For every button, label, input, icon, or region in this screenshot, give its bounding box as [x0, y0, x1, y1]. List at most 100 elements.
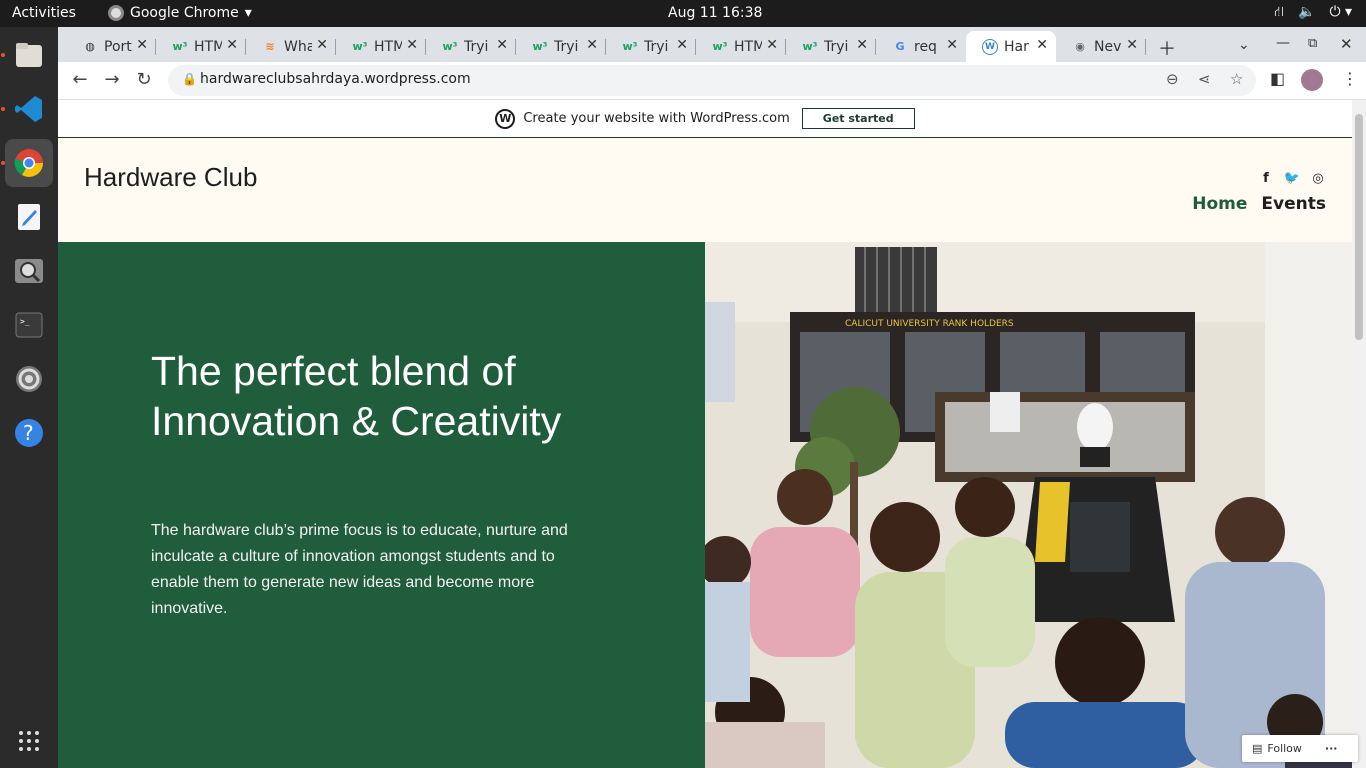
magnifier-icon	[15, 259, 43, 283]
more-options-icon[interactable]: ···	[1325, 742, 1338, 755]
close-window-button[interactable]: ✕	[1340, 35, 1353, 53]
profile-avatar[interactable]	[1301, 69, 1323, 91]
tab-hardware-club[interactable]: W Har ✕	[966, 31, 1056, 62]
close-tab-icon[interactable]: ✕	[406, 37, 418, 53]
running-indicator	[1, 53, 5, 57]
menu-kebab-icon[interactable]: ⋮	[1342, 69, 1358, 88]
close-tab-icon[interactable]: ✕	[1126, 37, 1138, 53]
tab-w3schools[interactable]: w³ HTM ✕	[156, 31, 246, 62]
forward-button[interactable]: →	[100, 69, 124, 90]
new-tab-button[interactable]: ＋	[1158, 35, 1176, 61]
close-tab-icon[interactable]: ✕	[766, 37, 778, 53]
app-menu-label: Google Chrome	[130, 5, 239, 21]
dock-files[interactable]	[5, 31, 53, 79]
volume-icon[interactable]: 🔈	[1298, 4, 1315, 22]
settings-icon	[16, 366, 42, 392]
dock-text-editor[interactable]	[5, 193, 53, 241]
page-scrollbar[interactable]	[1352, 100, 1366, 768]
tab-new-tab[interactable]: ◉ Nev ✕	[1056, 31, 1146, 62]
help-icon: ?	[15, 419, 43, 447]
dock-terminal[interactable]: >_	[5, 301, 53, 349]
bookmark-star-icon[interactable]: ☆	[1230, 70, 1243, 88]
tab-search-icon[interactable]: ⌄	[1238, 37, 1250, 53]
close-tab-icon[interactable]: ✕	[856, 37, 868, 53]
follow-widget[interactable]: ▤ Follow ···	[1242, 735, 1358, 762]
show-applications-button[interactable]	[5, 717, 53, 765]
wordpress-logo-icon: W	[495, 108, 516, 129]
close-tab-icon[interactable]: ✕	[1036, 37, 1048, 53]
instagram-icon[interactable]: ◎	[1310, 170, 1326, 186]
app-grid-icon	[19, 731, 39, 751]
close-tab-icon[interactable]: ✕	[676, 37, 688, 53]
zoom-icon[interactable]: ⊖	[1166, 70, 1179, 88]
dock-image-viewer[interactable]	[5, 247, 53, 295]
dock-vscode[interactable]	[5, 85, 53, 133]
wordpress-banner: W Create your website with WordPress.com…	[58, 100, 1352, 138]
tab-w3schools[interactable]: w³ Tryi ✕	[426, 31, 516, 62]
w3schools-icon: w³	[802, 40, 818, 53]
chrome-icon: ◉	[1075, 40, 1085, 53]
close-tab-icon[interactable]: ✕	[496, 37, 508, 53]
hero-text-panel: The perfect blend of Innovation & Creati…	[58, 242, 705, 768]
tab-title: Tryi	[554, 38, 579, 55]
w3schools-icon: w³	[622, 40, 638, 53]
stack-icon: ≋	[265, 40, 275, 53]
power-icon[interactable]: ⏻ ▾	[1329, 4, 1352, 22]
close-tab-icon[interactable]: ✕	[586, 37, 598, 53]
address-bar[interactable]: 🔒 hardwareclubsahrdaya.wordpress.com ⊖ ⋖…	[168, 65, 1256, 96]
tab-title: Har	[1004, 38, 1029, 55]
nav-home[interactable]: Home	[1192, 194, 1247, 214]
main-nav: Home Events	[1192, 194, 1326, 214]
side-panel-icon[interactable]: ◧	[1270, 69, 1285, 88]
network-icon[interactable]: ⛙	[1274, 4, 1284, 22]
tab-stackoverflow[interactable]: ≋ Wha ✕	[246, 31, 336, 62]
event-photo-illustration: CALICUT UNIVERSITY RANK HOLDERS	[705, 242, 1352, 768]
close-tab-icon[interactable]: ✕	[316, 37, 328, 53]
tab-w3schools[interactable]: w³ Tryi ✕	[786, 31, 876, 62]
close-tab-icon[interactable]: ✕	[136, 37, 148, 53]
dock-settings[interactable]	[5, 355, 53, 403]
tab-portfolio[interactable]: ◍ Port ✕	[66, 31, 156, 62]
tab-title: HTM	[374, 38, 402, 55]
tab-title: Tryi	[464, 38, 489, 55]
get-started-button[interactable]: Get started	[801, 108, 915, 129]
maximize-button[interactable]: ⧉	[1308, 36, 1317, 51]
chrome-icon	[14, 149, 43, 177]
share-icon[interactable]: ⋖	[1198, 70, 1211, 88]
close-tab-icon[interactable]: ✕	[226, 37, 238, 53]
site-header: Hardware Club f 🐦 ◎ Home Events	[58, 138, 1352, 242]
dock-chrome[interactable]	[5, 139, 53, 187]
minimize-button[interactable]: —	[1276, 35, 1290, 51]
facebook-icon[interactable]: f	[1258, 170, 1274, 186]
tab-w3schools[interactable]: w³ HTM ✕	[336, 31, 426, 62]
activities-button[interactable]: Activities	[12, 5, 76, 21]
close-tab-icon[interactable]: ✕	[946, 37, 958, 53]
tab-title: Port	[104, 38, 132, 55]
tab-w3schools[interactable]: w³ Tryi ✕	[606, 31, 696, 62]
url-text[interactable]: hardwareclubsahrdaya.wordpress.com	[200, 71, 471, 87]
files-icon	[16, 43, 42, 67]
site-title[interactable]: Hardware Club	[84, 162, 257, 193]
banner-text[interactable]: Create your website with WordPress.com	[523, 111, 789, 126]
tab-title: HTM	[734, 38, 762, 55]
tab-w3schools[interactable]: w³ HTM ✕	[696, 31, 786, 62]
clock[interactable]: Aug 11 16:38	[668, 5, 762, 21]
scrollbar-thumb[interactable]	[1355, 114, 1363, 340]
twitter-icon[interactable]: 🐦	[1284, 170, 1300, 186]
w3schools-icon: w³	[532, 40, 548, 53]
chrome-icon	[108, 5, 124, 21]
system-tray[interactable]: ⛙ 🔈 ⏻ ▾	[1274, 4, 1352, 22]
dock-help[interactable]: ?	[5, 409, 53, 457]
w3schools-icon: w³	[352, 40, 368, 53]
follow-button[interactable]: Follow	[1267, 742, 1302, 755]
nav-events[interactable]: Events	[1261, 194, 1326, 214]
tab-title: HTM	[194, 38, 222, 55]
reader-icon: ▤	[1252, 742, 1263, 755]
google-icon: G	[895, 40, 905, 53]
reload-button[interactable]: ↻	[132, 69, 156, 90]
tab-w3schools[interactable]: w³ Tryi ✕	[516, 31, 606, 62]
lock-icon[interactable]: 🔒	[182, 72, 197, 86]
tab-google-search[interactable]: G req ✕	[876, 31, 966, 62]
back-button[interactable]: ←	[68, 69, 92, 90]
app-menu[interactable]: Google Chrome ▾	[108, 5, 252, 21]
